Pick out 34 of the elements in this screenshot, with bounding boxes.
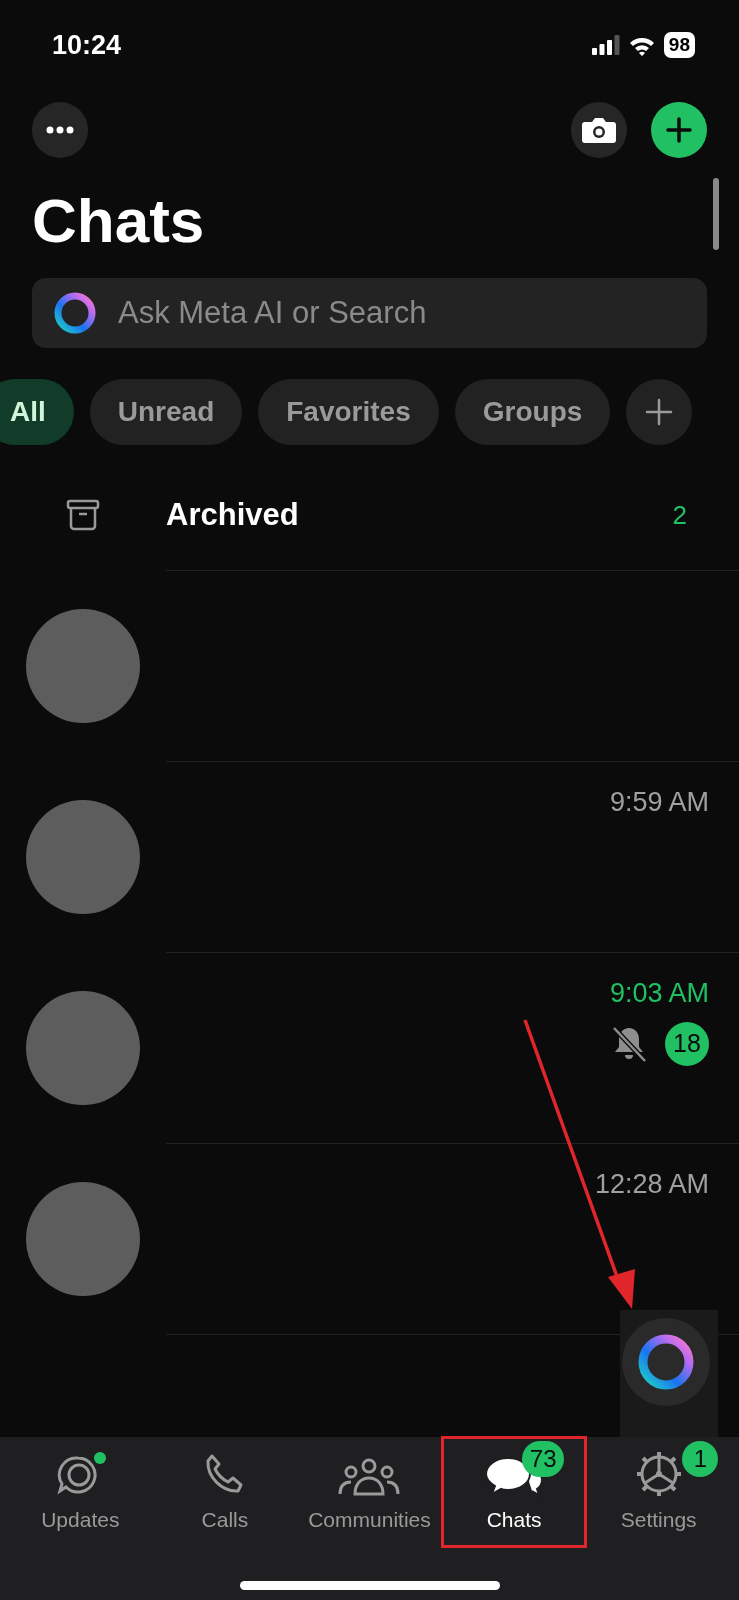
search-field[interactable]: Ask Meta AI or Search xyxy=(116,289,687,338)
camera-icon xyxy=(581,116,617,144)
search-bar[interactable]: Ask Meta AI or Search xyxy=(32,278,707,349)
tab-badge: 73 xyxy=(521,1441,565,1477)
camera-button[interactable] xyxy=(571,102,627,158)
filter-chip[interactable]: All xyxy=(0,379,74,446)
filter-chip[interactable]: Unread xyxy=(89,379,243,446)
chat-time: 12:28 AM xyxy=(594,1168,709,1202)
filter-chip[interactable]: Favorites xyxy=(258,379,439,446)
tab-item[interactable]: Settings 1 xyxy=(586,1437,731,1547)
unread-badge: 18 xyxy=(665,1021,709,1066)
tab-item[interactable]: Updates xyxy=(8,1437,153,1547)
filter-chip[interactable]: Groups xyxy=(454,379,611,446)
tab-item[interactable]: Chats 73 xyxy=(441,1437,587,1547)
more-button[interactable] xyxy=(32,102,88,158)
new-chat-button[interactable] xyxy=(651,102,707,158)
signal-icon xyxy=(591,35,620,55)
battery-level: 98 xyxy=(663,32,695,58)
archive-icon xyxy=(66,499,100,532)
settings-tab-icon xyxy=(634,1449,683,1498)
status-time: 10:24 xyxy=(52,28,122,62)
archived-label: Archived xyxy=(166,496,299,535)
tab-badge: 1 xyxy=(682,1441,719,1477)
more-icon xyxy=(46,126,74,134)
page-title: Chats xyxy=(32,185,205,257)
archived-count: 2 xyxy=(672,498,687,532)
chat-time: 9:59 AM xyxy=(609,786,709,820)
chat-time: 9:03 AM xyxy=(609,977,709,1011)
plus-icon xyxy=(666,117,692,143)
meta-ai-ring-icon xyxy=(637,1333,695,1391)
scroll-bar xyxy=(713,178,719,250)
tab-item[interactable]: Communities xyxy=(297,1437,442,1547)
tab-item[interactable]: Calls xyxy=(152,1437,298,1547)
plus-icon xyxy=(645,398,674,427)
